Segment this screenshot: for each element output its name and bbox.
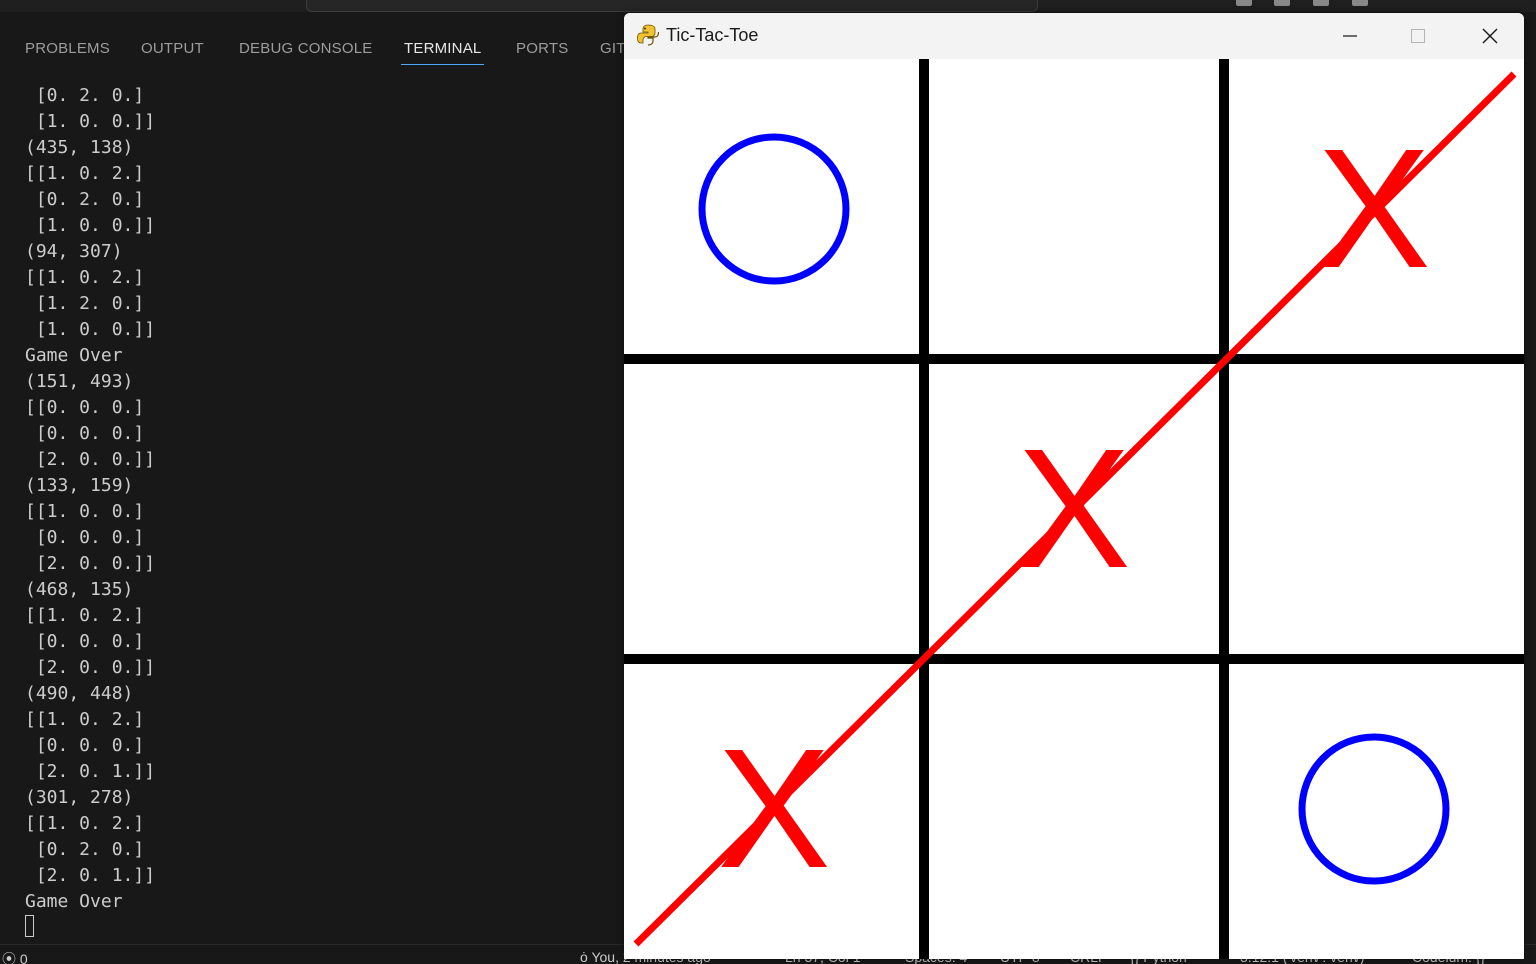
terminal-line: [2. 0. 0.]] — [25, 657, 156, 678]
terminal-line: (468, 135) — [25, 579, 134, 600]
remote-count: 0 — [19, 951, 28, 964]
terminal-line: [2. 0. 1.]] — [25, 761, 156, 782]
terminal-line: [[0. 0. 0.] — [25, 397, 145, 418]
terminal-line: [[1. 0. 2.] — [25, 267, 145, 288]
customize-layout-icon[interactable] — [1352, 0, 1368, 6]
toggle-primary-sidebar-icon[interactable] — [1236, 0, 1252, 6]
window-title: Tic-Tac-Toe — [666, 25, 759, 45]
tab-problems[interactable]: PROBLEMS — [25, 40, 110, 57]
command-center[interactable] — [306, 0, 1038, 12]
terminal-line: [0. 0. 0.] — [25, 631, 145, 652]
terminal-output[interactable]: [0. 2. 0.] [1. 0. 0.]] (435, 138) [[1. 0. … — [0, 82, 624, 944]
terminal-cursor — [25, 915, 34, 937]
terminal-line: (94, 307) — [25, 241, 123, 262]
remote-status[interactable]: ⦿ 0 — [2, 949, 28, 964]
terminal-line: [2. 0. 0.]] — [25, 553, 156, 574]
terminal-line: [0. 0. 0.] — [25, 527, 145, 548]
o-mark — [1298, 733, 1450, 885]
terminal-line: (133, 159) — [25, 475, 134, 496]
terminal-line: Game Over — [25, 345, 123, 366]
toggle-panel-icon[interactable] — [1274, 0, 1290, 6]
tab-ports[interactable]: PORTS — [516, 40, 568, 57]
maximize-icon — [1411, 29, 1425, 43]
winning-line-stroke — [633, 71, 1517, 947]
terminal-line: [0. 0. 0.] — [25, 735, 145, 756]
terminal-line: [[1. 0. 2.] — [25, 605, 145, 626]
terminal-line: [2. 0. 1.]] — [25, 865, 156, 886]
terminal-line: [[1. 0. 2.] — [25, 813, 145, 834]
winning-line — [633, 71, 1517, 947]
terminal-line: [[1. 0. 0.] — [25, 501, 145, 522]
close-button[interactable] — [1456, 13, 1524, 59]
terminal-line: [1. 0. 0.]] — [25, 111, 156, 132]
terminal-line: Game Over — [25, 891, 123, 912]
broadcast-icon: ⦿ — [2, 951, 16, 964]
tab-output[interactable]: OUTPUT — [141, 40, 204, 57]
terminal-line: [[1. 0. 2.] — [25, 163, 145, 184]
tab-debug-console[interactable]: DEBUG CONSOLE — [239, 40, 372, 57]
tab-terminal[interactable]: TERMINAL — [400, 40, 485, 65]
terminal-line: [0. 2. 0.] — [25, 839, 145, 860]
panel-tab-bar: PROBLEMS OUTPUT DEBUG CONSOLE TERMINAL P… — [0, 22, 626, 74]
git-commit-icon: ȯ — [580, 949, 588, 964]
minimize-button[interactable] — [1316, 13, 1384, 59]
window-title-bar[interactable]: Tic-Tac-Toe — [624, 13, 1524, 59]
game-board[interactable]: XXX — [624, 59, 1524, 959]
terminal-line: (435, 138) — [25, 137, 134, 158]
terminal-line: [2. 0. 0.]] — [25, 449, 156, 470]
tab-git[interactable]: GIT — [600, 40, 626, 57]
terminal-line: [[1. 0. 2.] — [25, 709, 145, 730]
close-icon — [1482, 28, 1498, 44]
terminal-line: [1. 2. 0.] — [25, 293, 145, 314]
terminal-line: (490, 448) — [25, 683, 134, 704]
toggle-secondary-sidebar-icon[interactable] — [1313, 0, 1329, 6]
terminal-line: [1. 0. 0.]] — [25, 215, 156, 236]
terminal-line: (301, 278) — [25, 787, 134, 808]
terminal-line: [0. 0. 0.] — [25, 423, 145, 444]
vscode-title-bar — [0, 0, 1536, 12]
tic-tac-toe-window[interactable]: Tic-Tac-Toe XXX — [624, 13, 1524, 959]
maximize-button[interactable] — [1384, 13, 1452, 59]
terminal-line: (151, 493) — [25, 371, 134, 392]
pygame-snake-icon — [637, 24, 660, 46]
o-mark — [698, 133, 850, 285]
terminal-line: [0. 2. 0.] — [25, 189, 145, 210]
terminal-line: [1. 0. 0.]] — [25, 319, 156, 340]
terminal-line: [0. 2. 0.] — [25, 85, 145, 106]
minimize-icon — [1343, 35, 1357, 37]
